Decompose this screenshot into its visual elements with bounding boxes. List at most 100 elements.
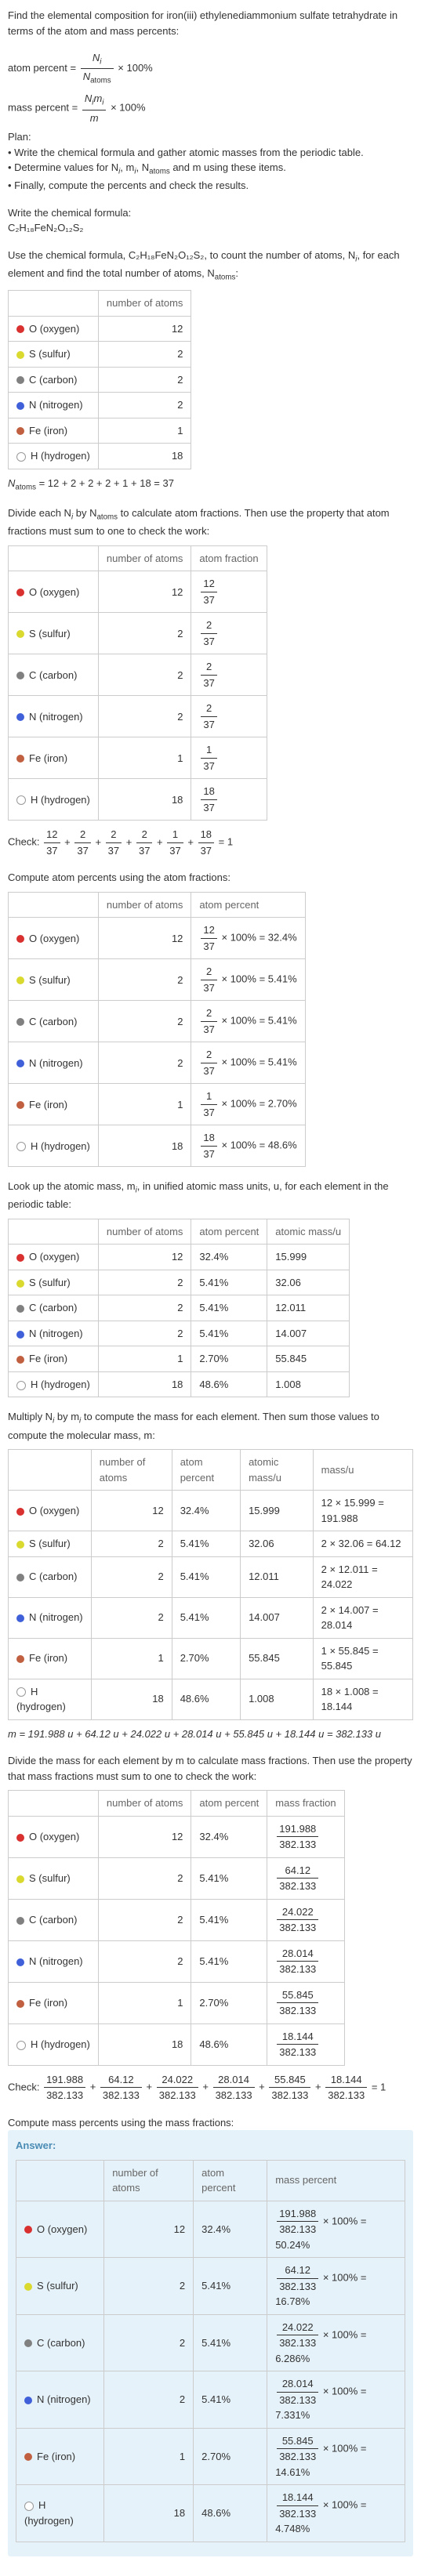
element-dot-icon <box>16 1101 24 1109</box>
table-row: Fe (iron)12.70%55.845382.133 <box>9 1982 345 2023</box>
element-dot-icon <box>16 1356 24 1364</box>
table-row: S (sulfur)25.41%64.12382.133 <box>9 1857 345 1899</box>
element-dot-icon <box>16 1541 24 1549</box>
count-atoms-section: Use the chemical formula, C₂H₁₈FeN₂O₁₂S₂… <box>8 248 413 494</box>
element-dot-icon <box>16 1958 24 1966</box>
atom-fraction-table: number of atomsatom fraction O (oxygen)1… <box>8 545 267 821</box>
table-row: S (sulfur)2237 <box>9 613 267 654</box>
element-dot-icon <box>16 713 24 721</box>
table-row: H (hydrogen)1848.6%18.144382.133 × 100% … <box>16 2485 405 2542</box>
element-dot-icon <box>16 2000 24 2008</box>
element-dot-icon <box>16 1574 24 1581</box>
element-dot-icon <box>24 2283 32 2291</box>
atom-percent-table: number of atomsatom percent O (oxygen)12… <box>8 892 306 1168</box>
table-row: H (hydrogen)18 <box>9 444 191 469</box>
atom-count-table: number of atoms O (oxygen)12S (sulfur)2C… <box>8 290 191 469</box>
write-formula-section: Write the chemical formula: C₂H₁₈FeN₂O₁₂… <box>8 205 413 236</box>
table-row: Fe (iron)12.70%55.8451 × 55.845 = 55.845 <box>9 1638 413 1679</box>
element-dot-icon <box>16 1142 26 1151</box>
plan-section: Plan: • Write the chemical formula and g… <box>8 129 413 194</box>
table-row: O (oxygen)1232.4%15.99912 × 15.999 = 191… <box>9 1491 413 1531</box>
table-row: C (carbon)25.41%24.022382.133 <box>9 1899 345 1940</box>
mass-percent-section: Compute mass percents using the mass fra… <box>8 2115 413 2556</box>
element-dot-icon <box>16 1614 24 1622</box>
element-dot-icon <box>24 2502 34 2511</box>
table-row: S (sulfur)2237 × 100% = 5.41% <box>9 959 306 1001</box>
mass-fraction-section: Divide the mass for each element by m to… <box>8 1753 413 2103</box>
element-dot-icon <box>16 976 24 984</box>
table-row: N (nitrogen)2237 <box>9 696 267 737</box>
element-dot-icon <box>16 795 26 805</box>
table-row: N (nitrogen)2237 × 100% = 5.41% <box>9 1042 306 1084</box>
table-row: C (carbon)2 <box>9 367 191 393</box>
element-dot-icon <box>16 376 24 384</box>
table-row: O (oxygen)1232.4%191.988382.133 <box>9 1816 345 1857</box>
table-row: N (nitrogen)25.41%14.007 <box>9 1321 350 1346</box>
element-dot-icon <box>24 2397 32 2404</box>
element-dot-icon <box>16 325 24 333</box>
table-row: S (sulfur)25.41%64.12382.133 × 100% = 16… <box>16 2258 405 2315</box>
element-dot-icon <box>16 402 24 410</box>
element-dot-icon <box>16 935 24 943</box>
table-row: O (oxygen)121237 × 100% = 32.4% <box>9 918 306 959</box>
atomic-mass-section: Look up the atomic mass, mi, in unified … <box>8 1179 413 1397</box>
table-row: C (carbon)2237 <box>9 654 267 696</box>
element-dot-icon <box>16 1331 24 1339</box>
element-dot-icon <box>16 1018 24 1026</box>
table-row: S (sulfur)25.41%32.06 <box>9 1270 350 1295</box>
table-row: N (nitrogen)25.41%28.014382.133 <box>9 1940 345 1982</box>
mass-percent-formula: mass percent = Nimim × 100% <box>8 91 413 125</box>
table-row: H (hydrogen)1848.6%18.144382.133 <box>9 2023 345 2065</box>
mass-fraction-table: number of atomsatom percentmass fraction… <box>8 1790 345 2066</box>
element-dot-icon <box>16 351 24 359</box>
element-dot-icon <box>16 1280 24 1288</box>
element-dot-icon <box>16 2041 26 2050</box>
table-row: O (oxygen)12 <box>9 316 191 342</box>
table-row: Fe (iron)12.70%55.845 <box>9 1346 350 1372</box>
element-dot-icon <box>16 1305 24 1313</box>
atomic-mass-table: number of atomsatom percentatomic mass/u… <box>8 1219 350 1398</box>
element-dot-icon <box>16 427 24 435</box>
element-dot-icon <box>16 589 24 596</box>
table-row: N (nitrogen)25.41%28.014382.133 × 100% =… <box>16 2371 405 2429</box>
mass-u-table: number of atomsatom percentatomic mass/u… <box>8 1449 413 1720</box>
table-row: H (hydrogen)1848.6%1.008 <box>9 1371 350 1397</box>
answer-box: Answer: number of atomsatom percentmass … <box>8 2130 413 2556</box>
table-row: O (oxygen)121237 <box>9 571 267 613</box>
element-dot-icon <box>16 755 24 763</box>
element-dot-icon <box>24 2226 32 2234</box>
element-dot-icon <box>16 1060 24 1067</box>
table-row: O (oxygen)1232.4%191.988382.133 × 100% =… <box>16 2201 405 2258</box>
table-row: O (oxygen)1232.4%15.999 <box>9 1245 350 1270</box>
table-row: Fe (iron)1137 × 100% = 2.70% <box>9 1084 306 1125</box>
element-dot-icon <box>16 630 24 638</box>
element-dot-icon <box>16 1254 24 1262</box>
table-row: Fe (iron)1137 <box>9 737 267 779</box>
table-row: Fe (iron)12.70%55.845382.133 × 100% = 14… <box>16 2428 405 2485</box>
table-row: S (sulfur)2 <box>9 342 191 368</box>
element-dot-icon <box>16 1655 24 1663</box>
atom-percent-section: Compute atom percents using the atom fra… <box>8 870 413 1167</box>
element-dot-icon <box>24 2339 32 2347</box>
element-dot-icon <box>16 672 24 679</box>
table-row: N (nitrogen)25.41%14.0072 × 14.007 = 28.… <box>9 1597 413 1638</box>
table-row: H (hydrogen)181837 × 100% = 48.6% <box>9 1125 306 1167</box>
table-row: H (hydrogen)181837 <box>9 779 267 821</box>
element-dot-icon <box>16 452 26 462</box>
element-dot-icon <box>16 1687 26 1697</box>
element-dot-icon <box>24 2453 32 2461</box>
table-row: C (carbon)25.41%24.022382.133 × 100% = 6… <box>16 2314 405 2371</box>
element-dot-icon <box>16 1834 24 1842</box>
table-row: Fe (iron)1 <box>9 418 191 444</box>
table-row: C (carbon)25.41%12.0112 × 12.011 = 24.02… <box>9 1556 413 1597</box>
element-dot-icon <box>16 1508 24 1516</box>
table-row: H (hydrogen)1848.6%1.00818 × 1.008 = 18.… <box>9 1679 413 1719</box>
mass-percent-table: number of atomsatom percentmass percent … <box>16 2160 405 2542</box>
atom-fraction-section: Divide each Ni by Natoms to calculate at… <box>8 505 413 858</box>
table-row: C (carbon)2237 × 100% = 5.41% <box>9 1001 306 1042</box>
element-dot-icon <box>16 1381 26 1390</box>
mass-u-section: Multiply Ni by mi to compute the mass fo… <box>8 1409 413 1741</box>
table-row: S (sulfur)25.41%32.062 × 32.06 = 64.12 <box>9 1531 413 1557</box>
atom-percent-formula: atom percent = NiNatoms × 100% <box>8 50 413 87</box>
table-row: C (carbon)25.41%12.011 <box>9 1295 350 1321</box>
